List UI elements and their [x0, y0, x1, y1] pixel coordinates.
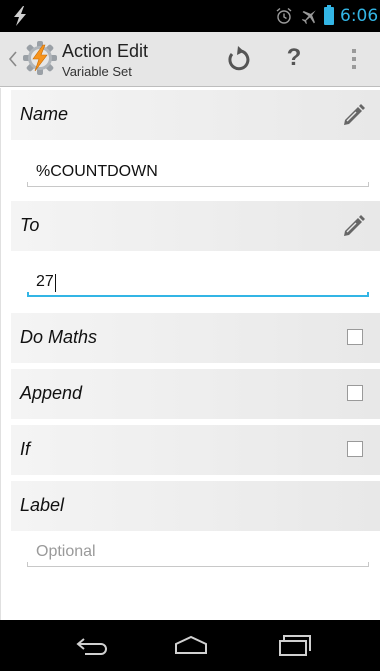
home-icon[interactable]: [172, 633, 210, 657]
pencil-icon[interactable]: [341, 102, 367, 128]
tasker-bolt-icon: [14, 6, 26, 26]
undo-icon[interactable]: [225, 46, 251, 72]
label-placeholder: Optional: [36, 543, 96, 560]
do-maths-row[interactable]: Do Maths: [11, 313, 380, 363]
append-checkbox[interactable]: [347, 385, 363, 401]
battery-icon: [324, 5, 334, 25]
name-field[interactable]: %COUNTDOWN: [27, 155, 369, 191]
to-label: To: [20, 215, 40, 235]
page-subtitle: Variable Set: [62, 64, 132, 79]
to-value: 27: [36, 273, 54, 290]
back-chevron-icon[interactable]: [8, 50, 18, 68]
recent-apps-icon[interactable]: [278, 633, 314, 657]
action-bar: Action Edit Variable Set ?: [0, 32, 380, 87]
navigation-bar: [0, 620, 380, 671]
action-edit-form: Name %COUNTDOWN To 27 Do Maths Append If…: [0, 88, 380, 620]
airplane-mode-icon: [301, 10, 316, 25]
do-maths-label: Do Maths: [20, 327, 98, 347]
if-row[interactable]: If: [11, 425, 380, 475]
label-field[interactable]: Optional: [27, 535, 369, 571]
do-maths-checkbox[interactable]: [347, 329, 363, 345]
if-label: If: [20, 439, 31, 459]
name-value: %COUNTDOWN: [36, 163, 158, 180]
status-time: 6:06: [340, 6, 379, 26]
status-bar: 6:06: [0, 0, 380, 32]
if-checkbox[interactable]: [347, 441, 363, 457]
name-label: Name: [20, 104, 69, 124]
alarm-icon: [276, 7, 292, 24]
to-header: To: [11, 201, 380, 251]
label-label: Label: [20, 495, 65, 515]
help-icon[interactable]: ?: [284, 44, 304, 72]
label-underline: [27, 562, 369, 567]
append-row[interactable]: Append: [11, 369, 380, 419]
to-field[interactable]: 27: [27, 265, 369, 301]
tasker-app-icon[interactable]: [22, 40, 58, 76]
text-cursor: [55, 274, 56, 292]
name-header: Name: [11, 90, 380, 140]
back-icon[interactable]: [75, 633, 111, 657]
to-underline: [27, 292, 369, 297]
label-header: Label: [11, 481, 380, 531]
append-label: Append: [20, 383, 83, 403]
name-underline: [27, 182, 369, 187]
pencil-icon[interactable]: [341, 213, 367, 239]
page-title: Action Edit: [62, 41, 149, 61]
overflow-menu-icon[interactable]: [350, 46, 358, 72]
